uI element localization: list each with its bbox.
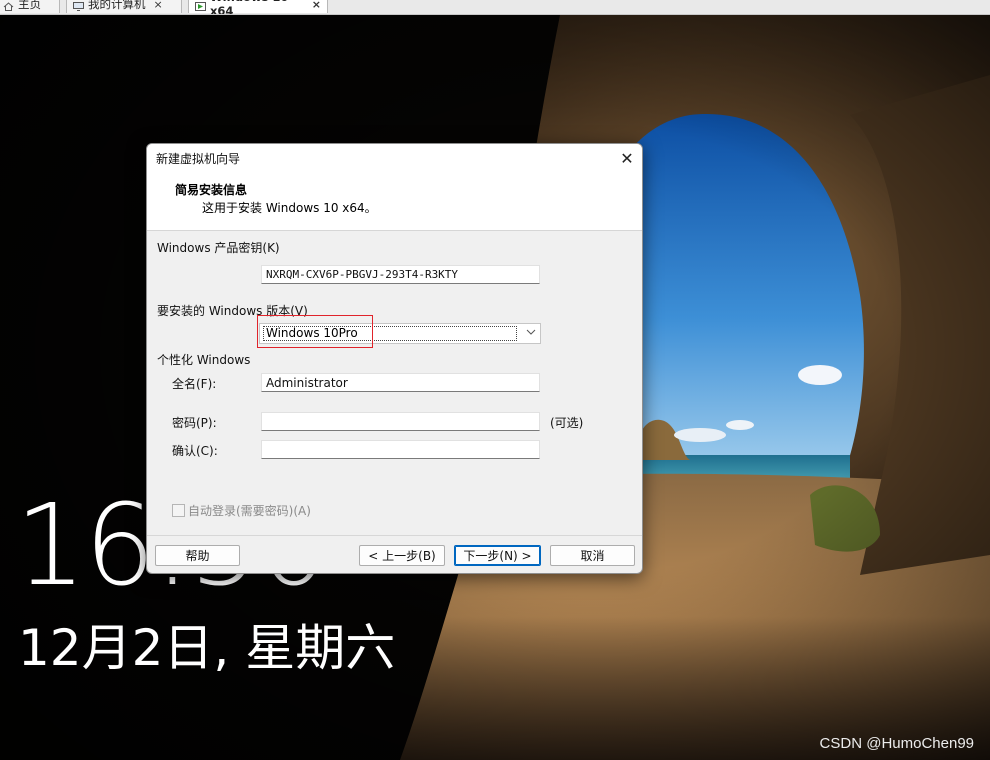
watermark: CSDN @HumoChen99 bbox=[819, 735, 974, 752]
autologin-checkbox[interactable]: 自动登录(需要密码)(A) bbox=[172, 502, 311, 519]
product-key-label: Windows 产品密钥(K) bbox=[157, 241, 280, 255]
tab-my-computer[interactable]: 我的计算机 × bbox=[66, 0, 182, 13]
tab-windows-10[interactable]: Windows 10 x64 × bbox=[188, 0, 328, 15]
checkbox-box[interactable] bbox=[172, 504, 185, 517]
close-icon[interactable]: ✕ bbox=[612, 144, 642, 172]
autologin-label: 自动登录(需要密码)(A) bbox=[188, 504, 311, 518]
next-button[interactable]: 下一步(N) > bbox=[454, 545, 541, 566]
lock-screen-date: 12月2日, 星期六 bbox=[18, 619, 396, 677]
fullname-value: Administrator bbox=[266, 375, 348, 390]
fullname-label: 全名(F): bbox=[172, 377, 217, 391]
page-heading: 简易安装信息 bbox=[175, 183, 248, 197]
password-label: 密码(P): bbox=[172, 416, 217, 430]
monitor-icon bbox=[73, 0, 84, 11]
optional-label: (可选) bbox=[550, 416, 584, 430]
help-button[interactable]: 帮助 bbox=[155, 545, 240, 566]
tab-close-icon[interactable]: × bbox=[154, 0, 163, 11]
tab-label: 我的计算机 bbox=[88, 0, 146, 11]
home-icon bbox=[3, 0, 14, 11]
tab-home[interactable]: 主页 bbox=[0, 0, 60, 13]
dialog-titlebar[interactable]: 新建虚拟机向导 ✕ bbox=[147, 144, 642, 172]
page-subheading: 这用于安装 Windows 10 x64。 bbox=[202, 201, 377, 215]
tab-close-icon[interactable]: × bbox=[312, 0, 321, 11]
confirm-label: 确认(C): bbox=[172, 444, 218, 458]
tab-bar: 主页 我的计算机 × Windows 10 x64 × bbox=[0, 0, 990, 15]
vm-icon bbox=[195, 0, 206, 11]
product-key-value: NXRQM-CXV6P-PBGVJ-293T4-R3KTY bbox=[266, 268, 459, 281]
personalize-label: 个性化 Windows bbox=[157, 353, 251, 367]
tab-label: Windows 10 x64 bbox=[210, 0, 288, 15]
highlight-box bbox=[257, 315, 373, 348]
fullname-input[interactable]: Administrator bbox=[261, 373, 540, 392]
dialog-header: 简易安装信息 这用于安装 Windows 10 x64。 bbox=[147, 172, 642, 231]
cancel-button[interactable]: 取消 bbox=[550, 545, 635, 566]
new-vm-wizard-dialog: 新建虚拟机向导 ✕ 简易安装信息 这用于安装 Windows 10 x64。 W… bbox=[146, 143, 643, 574]
tab-label: 主页 bbox=[18, 0, 41, 11]
footer-divider bbox=[147, 535, 642, 536]
back-button[interactable]: < 上一步(B) bbox=[359, 545, 445, 566]
password-input[interactable] bbox=[261, 412, 540, 431]
chevron-down-icon[interactable] bbox=[526, 327, 536, 340]
confirm-password-input[interactable] bbox=[261, 440, 540, 459]
product-key-input[interactable]: NXRQM-CXV6P-PBGVJ-293T4-R3KTY bbox=[261, 265, 540, 284]
dialog-title: 新建虚拟机向导 bbox=[156, 151, 241, 166]
